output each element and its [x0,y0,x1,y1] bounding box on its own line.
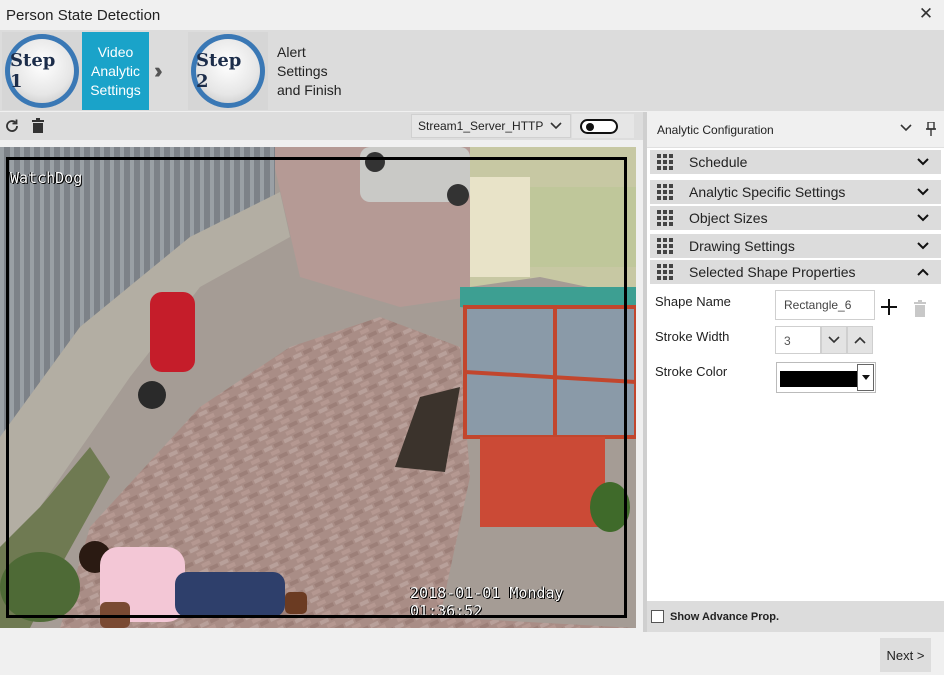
chevron-down-icon [917,238,929,254]
step1-badge[interactable]: Step 1 [2,32,82,110]
chevron-down-icon [917,210,929,226]
chevron-down-icon[interactable] [857,364,874,391]
step2-badge-text: Step 2 [196,39,260,103]
section-analytic-specific-settings[interactable]: Analytic Specific Settings [650,180,941,204]
section-label: Analytic Specific Settings [689,184,846,200]
drag-grip-icon [657,238,673,254]
refresh-icon[interactable] [3,117,21,135]
chevron-down-icon[interactable] [900,122,912,139]
shape-name-label: Shape Name [655,294,731,309]
drag-grip-icon [657,210,673,226]
section-label: Selected Shape Properties [689,264,856,280]
chevron-down-icon [828,333,840,348]
step1-label[interactable]: Video Analytic Settings [82,32,149,110]
drag-grip-icon [657,184,673,200]
stream-select-value: Stream1_Server_HTTP [418,119,544,133]
step1-label-line: Video [97,43,134,60]
stroke-color-label: Stroke Color [655,364,728,379]
drawn-rectangle-shape[interactable] [6,157,627,618]
bottom-bar: Next > [0,632,944,675]
stroke-width-label: Stroke Width [655,329,730,344]
double-chevron-right-icon: ›› [154,58,162,83]
show-advance-prop-checkbox[interactable] [651,610,664,623]
pin-icon[interactable] [926,121,936,139]
title-bar: Person State Detection ✕ [0,0,944,30]
step2-badge[interactable]: Step 2 [188,32,268,110]
add-shape-icon[interactable] [880,298,898,316]
chevron-down-icon [917,184,929,200]
stroke-color-picker[interactable] [776,362,876,393]
section-label: Drawing Settings [689,238,795,254]
panel-title: Analytic Configuration [657,122,774,137]
delete-shape-icon[interactable] [913,300,927,318]
trash-icon[interactable] [29,117,47,135]
panel-footer: Show Advance Prop. [647,601,944,632]
stroke-width-increment-button[interactable] [847,326,873,354]
section-object-sizes[interactable]: Object Sizes [650,206,941,230]
drag-grip-icon [657,154,673,170]
section-label: Object Sizes [689,210,768,226]
stroke-width-decrement-button[interactable] [821,326,847,354]
video-feed[interactable]: WatchDog 2018-01-01 Monday 01:36:52 [0,147,636,628]
close-icon[interactable]: ✕ [916,4,936,24]
window-title: Person State Detection [6,6,161,24]
show-advance-prop-label: Show Advance Prop. [670,610,780,623]
shape-name-input[interactable]: Rectangle_6 [775,290,875,320]
drag-grip-icon [657,264,673,280]
chevron-up-icon [917,264,929,280]
stroke-width-input[interactable]: 3 [775,326,821,354]
step2-label[interactable]: Alert Settings and Finish [277,32,367,110]
section-label: Schedule [689,154,748,170]
next-button[interactable]: Next > [880,638,931,672]
panel-header: Analytic Configuration [647,112,944,148]
step1-label-line: Analytic [90,62,141,79]
step2-label-line: Alert [277,43,306,60]
section-schedule[interactable]: Schedule [650,150,941,174]
wizard-steps: Step 1 Video Analytic Settings ›› Step 2… [0,30,944,111]
chevron-down-icon [917,154,929,170]
stream-select[interactable]: Stream1_Server_HTTP [411,114,571,138]
chevron-up-icon [854,333,866,348]
stream-toggle-switch[interactable] [580,119,618,134]
step1-badge-text: Step 1 [10,39,74,103]
stroke-color-swatch [780,371,857,387]
video-toolbar: Stream1_Server_HTTP [0,112,643,140]
section-drawing-settings[interactable]: Drawing Settings [650,234,941,258]
step2-label-line: Settings [277,62,328,79]
analytic-configuration-panel: Analytic Configuration Schedule Analytic… [647,112,944,632]
chevron-down-icon [550,120,562,134]
step2-label-line: and Finish [277,81,342,98]
step1-label-line: Settings [90,81,141,98]
section-selected-shape-properties[interactable]: Selected Shape Properties [650,260,941,284]
